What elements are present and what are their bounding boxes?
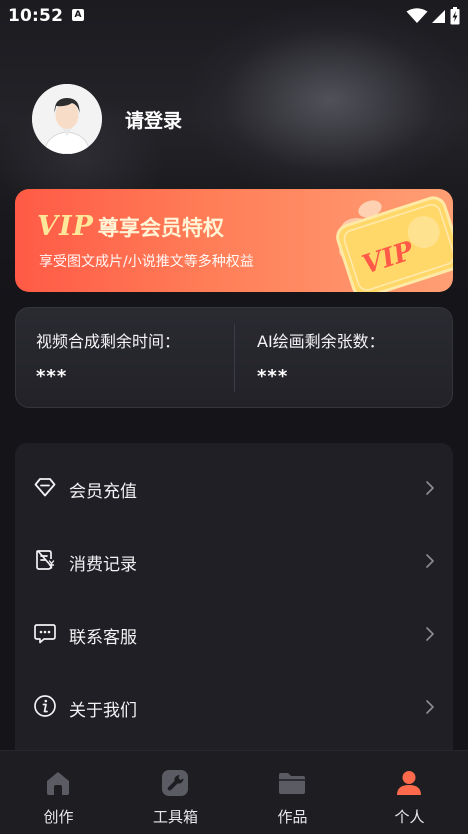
menu-item-records[interactable]: 消费记录: [15, 524, 453, 584]
receipt-icon: [36, 550, 55, 570]
tab-label-personal: 个人: [394, 808, 425, 826]
ai-quota-label: AI绘画剩余张数：: [257, 332, 385, 351]
tab-toolbox[interactable]: 工具箱: [117, 751, 234, 834]
tab-label-create: 创作: [43, 808, 74, 826]
vip-card-illustration: VIP: [315, 189, 453, 292]
status-icons: [406, 6, 460, 26]
tab-personal[interactable]: 个人: [351, 751, 468, 834]
chevron-right-icon: [426, 481, 434, 495]
diamond-icon: [34, 478, 56, 497]
wifi-icon: [406, 8, 428, 23]
wrench-icon: [162, 770, 188, 796]
chevron-right-icon: [426, 627, 434, 641]
tab-works[interactable]: 作品: [234, 751, 351, 834]
menu-item-recharge[interactable]: 会员充值: [15, 451, 453, 511]
person-icon: [397, 771, 421, 795]
avatar[interactable]: [32, 84, 102, 154]
menu-label-records: 消费记录: [69, 555, 137, 575]
menu-label-recharge: 会员充值: [69, 482, 137, 502]
bottom-tab-bar: 创作 工具箱 作品 个人: [0, 750, 468, 834]
signal-icon: [432, 10, 445, 23]
quota-divider: [234, 324, 235, 392]
login-prompt[interactable]: 请登录: [125, 106, 182, 133]
status-time: 10:52: [8, 6, 64, 26]
vip-title-vip: VIP: [37, 211, 94, 242]
vip-title-text: 尊享会员特权: [97, 216, 224, 240]
tab-label-toolbox: 工具箱: [152, 808, 198, 826]
home-icon: [47, 772, 69, 795]
menu-label-support: 联系客服: [69, 628, 137, 648]
tab-create[interactable]: 创作: [0, 751, 117, 834]
battery-icon: [450, 7, 460, 25]
ai-quota-value: ***: [257, 366, 289, 387]
chevron-right-icon: [426, 700, 434, 714]
video-quota-label: 视频合成剩余时间：: [36, 332, 181, 351]
quota-card: 视频合成剩余时间： *** AI绘画剩余张数： ***: [15, 307, 453, 408]
info-icon: [34, 695, 56, 717]
video-quota-value: ***: [36, 366, 68, 387]
menu-item-about[interactable]: 关于我们: [15, 670, 453, 730]
chat-icon: [34, 624, 56, 644]
default-avatar-icon: [32, 84, 102, 154]
chevron-right-icon: [426, 554, 434, 568]
tab-label-works: 作品: [277, 808, 308, 826]
menu-item-support[interactable]: 联系客服: [15, 597, 453, 657]
menu-list: 会员充值 消费记录 联系客服 关于我们: [15, 443, 453, 773]
vip-title: VIP 尊享会员特权: [37, 211, 224, 242]
status-bar: 10:52 A: [0, 0, 468, 32]
menu-label-about: 关于我们: [69, 701, 137, 721]
folder-icon: [279, 773, 305, 794]
vip-subtitle: 享受图文成片/小说推文等多种权益: [39, 254, 254, 270]
notification-icon: A: [72, 9, 84, 21]
vip-banner[interactable]: VIP 尊享会员特权 享受图文成片/小说推文等多种权益 VIP: [15, 189, 453, 292]
